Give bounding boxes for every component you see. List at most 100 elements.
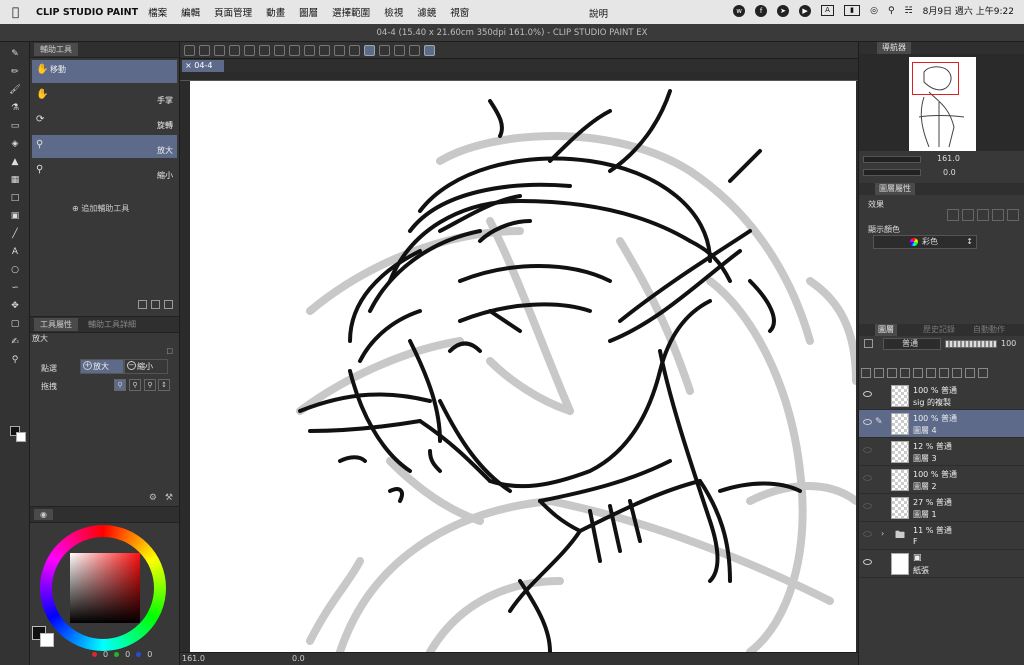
wrench-icon[interactable]: ⚒ [165, 493, 173, 503]
eyedropper-icon[interactable]: ✍ [9, 336, 21, 348]
sub-tool-zoom-in[interactable]: ⚲ 放大 [32, 135, 177, 158]
click-zoom-in-button[interactable]: + 放大 [80, 359, 124, 374]
wifi-icon[interactable]: ◎ [870, 6, 878, 16]
sub-tool-zoom-out[interactable]: ⚲ 縮小 [32, 160, 177, 183]
balloon-icon[interactable]: ○ [9, 264, 21, 276]
navigator-rotate-value[interactable]: 0.0 [943, 168, 956, 177]
status-play-icon[interactable]: ▶ [799, 4, 812, 17]
border-effect-icon[interactable] [947, 209, 959, 221]
watercolor-effect-icon[interactable] [962, 209, 974, 221]
gradient-icon[interactable]: ▦ [9, 174, 21, 186]
ruler-icon[interactable]: ╱ [9, 228, 21, 240]
drawing-paper[interactable] [190, 81, 856, 652]
drag-mode-2-icon[interactable]: ⚲ [129, 379, 141, 391]
new-sub-tool-icon[interactable] [138, 300, 147, 309]
sub-tool-detail-tab[interactable]: 輔助工具詳細 [82, 318, 142, 331]
save-icon[interactable] [229, 44, 240, 56]
blend-mode-select[interactable]: 普通 [883, 338, 941, 350]
lock-icon[interactable]: □ [166, 347, 173, 355]
tool-property-tab[interactable]: 工具屬性 [34, 318, 78, 331]
eye-icon[interactable] [863, 559, 872, 565]
layer-row[interactable]: 27 % 普通 圖層 1 [859, 494, 1024, 522]
display-color-select[interactable]: 彩色 ↕ [873, 235, 977, 249]
clock[interactable]: 8月9日 週六 上午9:22 [923, 4, 1014, 17]
airbrush-icon[interactable]: ⚗ [9, 102, 21, 114]
navigator-zoom-value[interactable]: 161.0 [937, 154, 960, 163]
layer-property-tab[interactable]: 圖層屬性 [875, 183, 915, 195]
document-tab[interactable]: × 04-4 [182, 60, 224, 72]
delete-layer-icon[interactable] [978, 368, 988, 378]
new-file-icon[interactable] [199, 44, 210, 56]
move-icon[interactable]: ✥ [9, 300, 21, 312]
history-tab[interactable]: 歷史記錄 [923, 324, 955, 336]
menu-edit[interactable]: 編輯 [181, 5, 200, 19]
zoom-readout[interactable]: 161.0 [182, 654, 205, 663]
reference-layer-icon[interactable] [887, 368, 897, 378]
merge-icon[interactable] [952, 368, 962, 378]
correct-line-icon[interactable]: ∽ [9, 282, 21, 294]
expand-chevron-icon[interactable]: › [881, 529, 884, 538]
snap-grid-icon[interactable] [379, 44, 390, 56]
snap-special-ruler-icon[interactable] [364, 44, 375, 56]
drag-mode-1-icon[interactable]: ⚲ [114, 379, 126, 391]
figure-icon[interactable]: □ [9, 192, 21, 204]
sub-color-swatch[interactable] [16, 432, 26, 442]
pencil-icon[interactable]: ✏ [9, 66, 21, 78]
input-method-icon[interactable]: A [821, 5, 835, 16]
battery-icon[interactable]: ▮ [844, 5, 861, 16]
deselect-icon[interactable] [319, 44, 330, 56]
status-bolt-icon[interactable]: f [755, 4, 768, 17]
layer-row[interactable]: 100 % 普通 sig 的複製 [859, 382, 1024, 410]
opacity-value[interactable]: 100 [1001, 339, 1016, 348]
menu-view[interactable]: 檢視 [384, 5, 403, 19]
settings-icon[interactable]: ⚙ [149, 493, 157, 503]
mask-icon[interactable] [965, 368, 975, 378]
app-logo-icon[interactable] [184, 44, 195, 56]
brush-icon[interactable]: 🖌 [9, 84, 21, 96]
clear-icon[interactable] [274, 44, 285, 56]
search-tool-icon[interactable] [424, 44, 435, 56]
layer-row-paper[interactable]: ▣ 紙張 [859, 550, 1024, 578]
trash-icon[interactable] [164, 300, 173, 309]
control-center-icon[interactable]: ☵ [905, 6, 913, 16]
eye-icon[interactable] [863, 475, 872, 481]
draft-layer-icon[interactable] [900, 368, 910, 378]
fill-icon[interactable]: ▲ [9, 156, 21, 168]
menu-layer[interactable]: 圖層 [299, 5, 318, 19]
menu-selection[interactable]: 選擇範圍 [332, 5, 370, 19]
layer-row[interactable]: ✎ 100 % 普通 圖層 4 [859, 410, 1024, 438]
menu-animation[interactable]: 動畫 [266, 5, 285, 19]
copy-sub-tool-icon[interactable] [151, 300, 160, 309]
status-send-icon[interactable]: ➤ [777, 4, 790, 17]
redo-icon[interactable] [259, 44, 270, 56]
eraser-icon[interactable]: ▭ [9, 120, 21, 132]
view-rectangle[interactable] [912, 62, 959, 95]
fill-selection-icon[interactable] [289, 44, 300, 56]
mask-effect-icon[interactable] [1007, 209, 1019, 221]
sub-tool-tab[interactable]: 輔助工具 [34, 43, 78, 56]
layer-row[interactable]: 100 % 普通 圖層 2 [859, 466, 1024, 494]
eye-icon[interactable] [863, 419, 872, 425]
eye-icon[interactable] [863, 447, 872, 453]
drag-mode-3-icon[interactable]: ⚲ [144, 379, 156, 391]
sub-tool-hand[interactable]: ✋ 手掌 [32, 85, 177, 108]
undo-icon[interactable] [244, 44, 255, 56]
rotate-readout[interactable]: 0.0 [292, 654, 305, 663]
sub-color-indicator[interactable] [40, 633, 54, 647]
menu-help[interactable]: 說明 [589, 6, 608, 20]
sub-tool-move[interactable]: ✋ 移動 [32, 60, 177, 83]
new-folder-icon[interactable] [939, 368, 949, 378]
help-icon[interactable] [409, 44, 420, 56]
eye-icon[interactable] [863, 391, 872, 397]
menu-file[interactable]: 檔案 [148, 5, 167, 19]
sub-tool-rotate[interactable]: ⟳ 旋轉 [32, 110, 177, 133]
canvas-area[interactable] [180, 81, 858, 652]
layer-row-folder[interactable]: › 🖿 11 % 普通 F [859, 522, 1024, 550]
add-sub-tool-button[interactable]: ⊕ 追加輔助工具 [72, 203, 129, 214]
new-vector-icon[interactable] [926, 368, 936, 378]
layer-color-icon[interactable] [992, 209, 1004, 221]
rotate-slider[interactable] [863, 169, 921, 176]
search-icon[interactable]: ⚲ [888, 6, 895, 16]
close-icon[interactable]: × [185, 61, 192, 70]
pen-icon[interactable]: ✎ [9, 48, 21, 60]
